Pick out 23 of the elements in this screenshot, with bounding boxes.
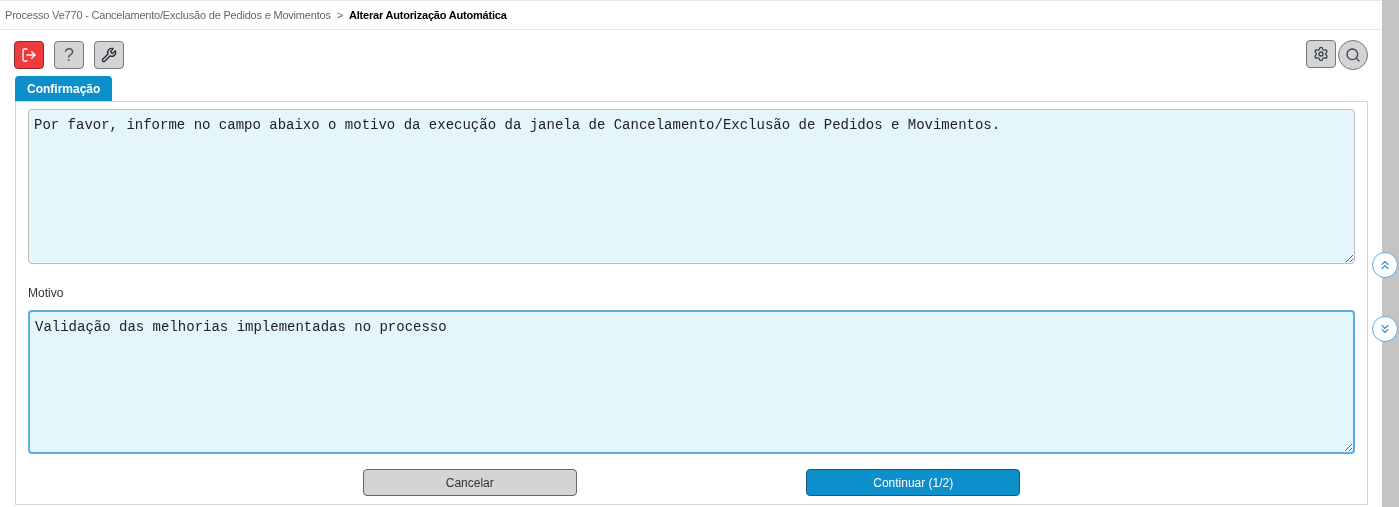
- settings-icon: [1313, 46, 1329, 62]
- tab[interactable]: Confirmação: [15, 76, 113, 101]
- tools-button[interactable]: [94, 41, 124, 69]
- scroll-down-button[interactable]: [1372, 316, 1398, 342]
- breadcrumb-current: Alterar Autorização Automática: [348, 7, 507, 23]
- breadcrumb-link[interactable]: Processo Ve770 - Cancelamento/Exclusão de Pedidos e Movimentos: [5, 6, 331, 24]
- wrench-icon: [101, 47, 117, 63]
- scrollbar[interactable]: [1382, 0, 1399, 507]
- settings-button[interactable]: [1306, 40, 1336, 68]
- reason-field[interactable]: Validação das melhorias implementadas no processo: [28, 310, 1355, 454]
- field-label: Motivo: [28, 285, 65, 302]
- double-chevron-up-icon: [1378, 258, 1392, 272]
- exit-button[interactable]: [14, 41, 44, 69]
- double-chevron-down-icon: [1378, 322, 1392, 336]
- breadcrumb-separator: >: [336, 7, 343, 23]
- cancel-button[interactable]: Cancelar: [362, 469, 577, 496]
- message-field[interactable]: Por favor, informe no campo abaixo o motivo da execução da janela de Cancelamento/Exclusão de Pedidos e Movimentos.: [28, 109, 1355, 264]
- continue-button[interactable]: Continuar (1/2): [806, 469, 1021, 496]
- exit-icon: [21, 47, 37, 63]
- search-button[interactable]: [1338, 40, 1368, 70]
- help-button[interactable]: ?: [54, 41, 84, 69]
- scroll-up-button[interactable]: [1372, 252, 1398, 278]
- search-icon: [1345, 47, 1361, 63]
